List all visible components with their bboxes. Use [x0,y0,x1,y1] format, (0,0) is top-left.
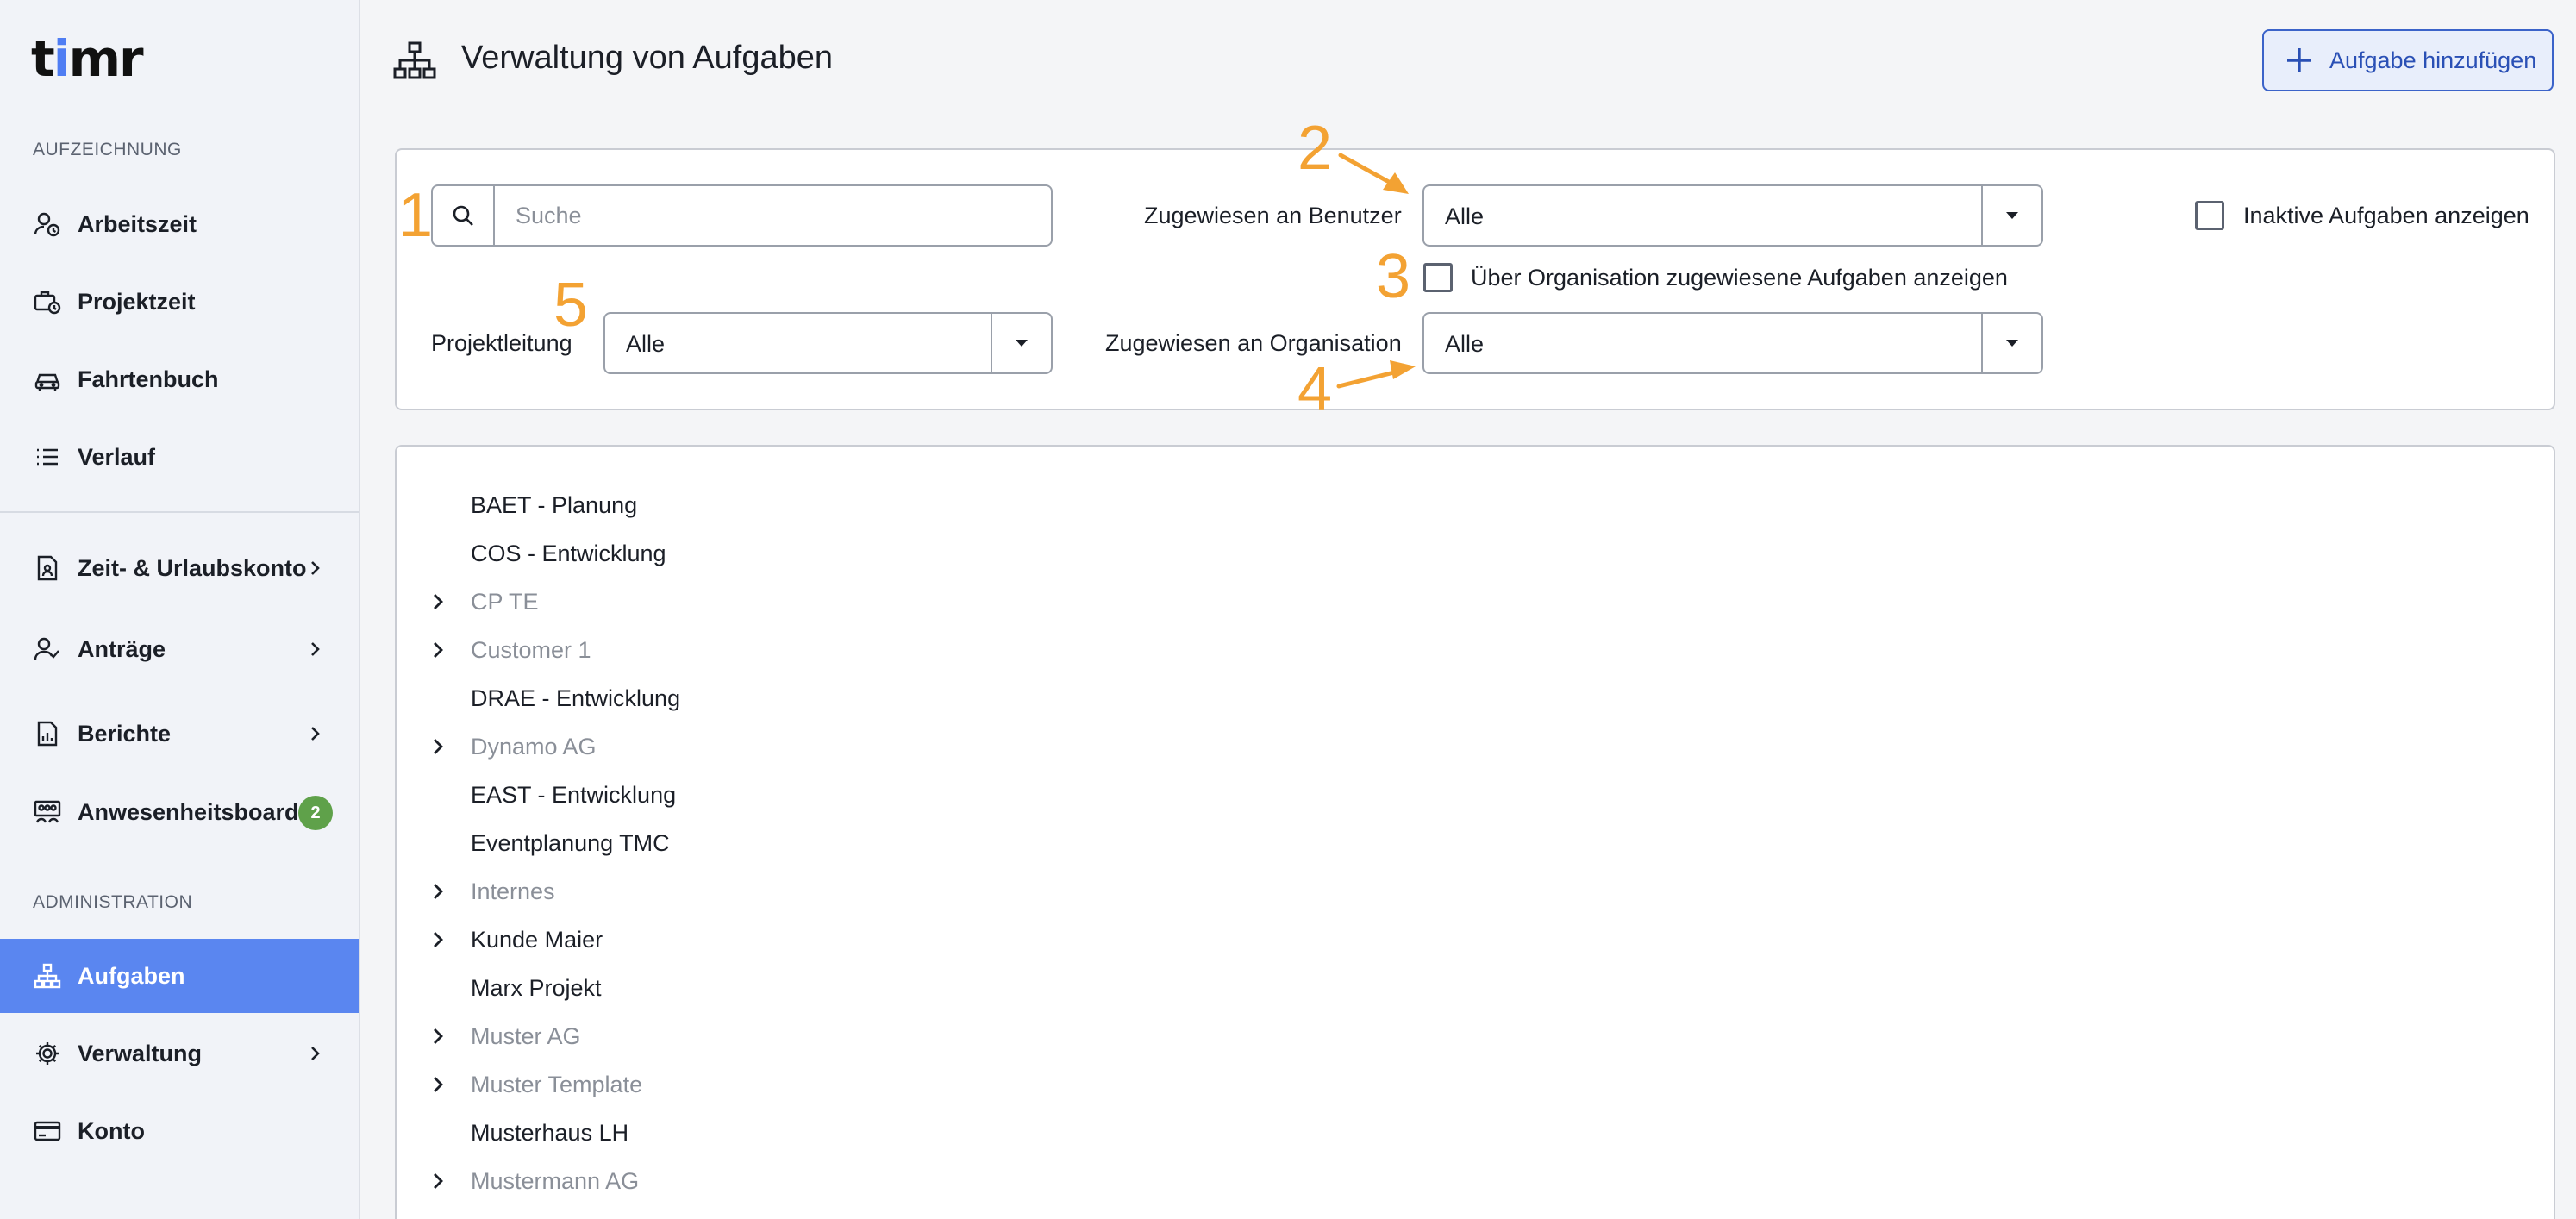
list-icon [33,442,62,472]
credit-card-icon [33,1116,62,1146]
tree-row-label: Marx Projekt [471,975,602,1001]
car-icon [33,365,62,394]
caret-down-icon [1981,314,2041,372]
org-assigned-tasks-checkbox[interactable] [1423,263,1453,292]
chevron-right-icon [311,1047,320,1060]
assigned-user-select[interactable]: Alle [1422,184,2043,247]
sidebar-item-label: Verwaltung [78,1040,203,1066]
project-lead-select[interactable]: Alle [603,312,1053,374]
tree-row-label: COS - Entwicklung [471,541,666,566]
tree-row-label: Muster Template [471,1072,643,1097]
sidebar-item-label: Arbeitszeit [78,210,197,237]
hierarchy-icon [393,41,436,79]
tree-row-label: Customer 1 [471,637,591,663]
annotation-number-5: 5 [553,271,589,340]
tree-row-label: Muster AG [471,1023,581,1049]
annotation-number-3: 3 [1376,242,1411,311]
search-icon [433,186,495,245]
tree-row-label: Eventplanung TMC [471,830,670,856]
hierarchy-icon [33,961,62,991]
sidebar-divider [0,511,359,513]
chevron-right-icon[interactable] [426,590,450,614]
assigned-user-value: Alle [1445,203,1485,229]
section-label-recording: AUFZEICHNUNG [33,140,182,159]
tree-row-label: CP TE [471,589,539,615]
sidebar-item-label: Anträge [78,635,166,662]
notification-badge: 2 [298,796,333,830]
document-user-icon [33,553,62,583]
add-task-button[interactable]: Aufgabe hinzufügen [2262,29,2554,91]
plus-icon [2287,48,2311,72]
annotation-number-2: 2 [1297,114,1333,183]
tree-row-label: Musterhaus LH [471,1120,629,1146]
chevron-right-icon[interactable] [426,638,450,662]
sidebar-item-fahrtenbuch[interactable]: Fahrtenbuch [0,342,359,416]
chevron-right-icon[interactable] [426,928,450,952]
timr-logo[interactable]: timr [31,33,144,84]
user-check-icon [33,635,62,664]
page-title: Verwaltung von Aufgaben [461,40,834,76]
user-clock-icon [33,209,62,239]
sidebar-item-label: Verlauf [78,443,156,470]
sidebar-item-konto[interactable]: Konto [0,1094,359,1168]
project-lead-value: Alle [626,331,666,357]
add-task-label: Aufgabe hinzufügen [2329,47,2537,73]
sidebar-item-anwesenheitsboard[interactable]: Anwesenheitsboard 2 [0,775,359,849]
sidebar-item-aufgaben[interactable]: Aufgaben [0,939,359,1013]
sidebar-item-projektzeit[interactable]: Projektzeit [0,265,359,339]
sidebar-item-zeit-urlaubskonto[interactable]: Zeit- & Urlaubskonto [0,531,359,605]
briefcase-clock-icon [33,287,62,316]
sidebar: timr AUFZEICHNUNG Arbeitszeit Projektzei… [0,0,360,1219]
tree-row-label: Dynamo AG [471,734,597,760]
org-assigned-tasks-label: Über Organisation zugewiesene Aufgaben a… [1471,265,2008,291]
sidebar-item-label: Projektzeit [78,288,196,315]
gear-icon [33,1039,62,1068]
assigned-user-label: Zugewiesen an Benutzer [1144,203,1402,228]
tree-row-label: BAET - Planung [471,492,638,518]
sidebar-item-label: Zeit- & Urlaubskonto [78,554,307,581]
section-label-admin: ADMINISTRATION [33,892,193,912]
assigned-org-select[interactable]: Alle [1422,312,2043,374]
tree-row-label: Kunde Maier [471,927,603,953]
search-field[interactable] [431,184,1053,247]
annotation-number-1: 1 [398,181,434,250]
sidebar-item-antraege[interactable]: Anträge [0,612,359,686]
project-lead-label: Projektleitung [431,330,572,356]
chevron-right-icon [311,642,320,656]
sidebar-item-label: Anwesenheitsboard [78,798,299,825]
assigned-org-label: Zugewiesen an Organisation [1105,330,1402,356]
report-icon [33,719,62,748]
sidebar-item-label: Aufgaben [78,962,185,989]
sidebar-item-verlauf[interactable]: Verlauf [0,420,359,494]
tree-row-label: EAST - Entwicklung [471,782,677,808]
search-input[interactable] [495,186,1051,245]
caret-down-icon [991,314,1051,372]
inactive-tasks-checkbox[interactable] [2195,201,2224,230]
presence-board-icon [33,797,62,827]
sidebar-item-verwaltung[interactable]: Verwaltung [0,1016,359,1091]
chevron-right-icon [311,727,320,741]
sidebar-item-label: Konto [78,1117,145,1144]
inactive-tasks-label: Inaktive Aufgaben anzeigen [2243,203,2529,228]
sidebar-item-label: Berichte [78,720,172,747]
sidebar-item-label: Fahrtenbuch [78,366,219,392]
chevron-right-icon[interactable] [426,1024,450,1048]
tree-row-label: Internes [471,878,555,904]
tree-row-label: DRAE - Entwicklung [471,685,681,711]
caret-down-icon [1981,186,2041,245]
chevron-right-icon[interactable] [426,879,450,903]
assigned-org-value: Alle [1445,331,1485,357]
chevron-right-icon[interactable] [426,735,450,759]
sidebar-item-berichte[interactable]: Berichte [0,697,359,771]
chevron-right-icon[interactable] [426,1072,450,1097]
chevron-right-icon [311,561,320,575]
task-tree-panel [395,445,2555,1219]
tree-row-label: Mustermann AG [471,1168,640,1194]
sidebar-item-arbeitszeit[interactable]: Arbeitszeit [0,187,359,261]
chevron-right-icon[interactable] [426,1169,450,1193]
annotation-number-4: 4 [1297,355,1333,424]
